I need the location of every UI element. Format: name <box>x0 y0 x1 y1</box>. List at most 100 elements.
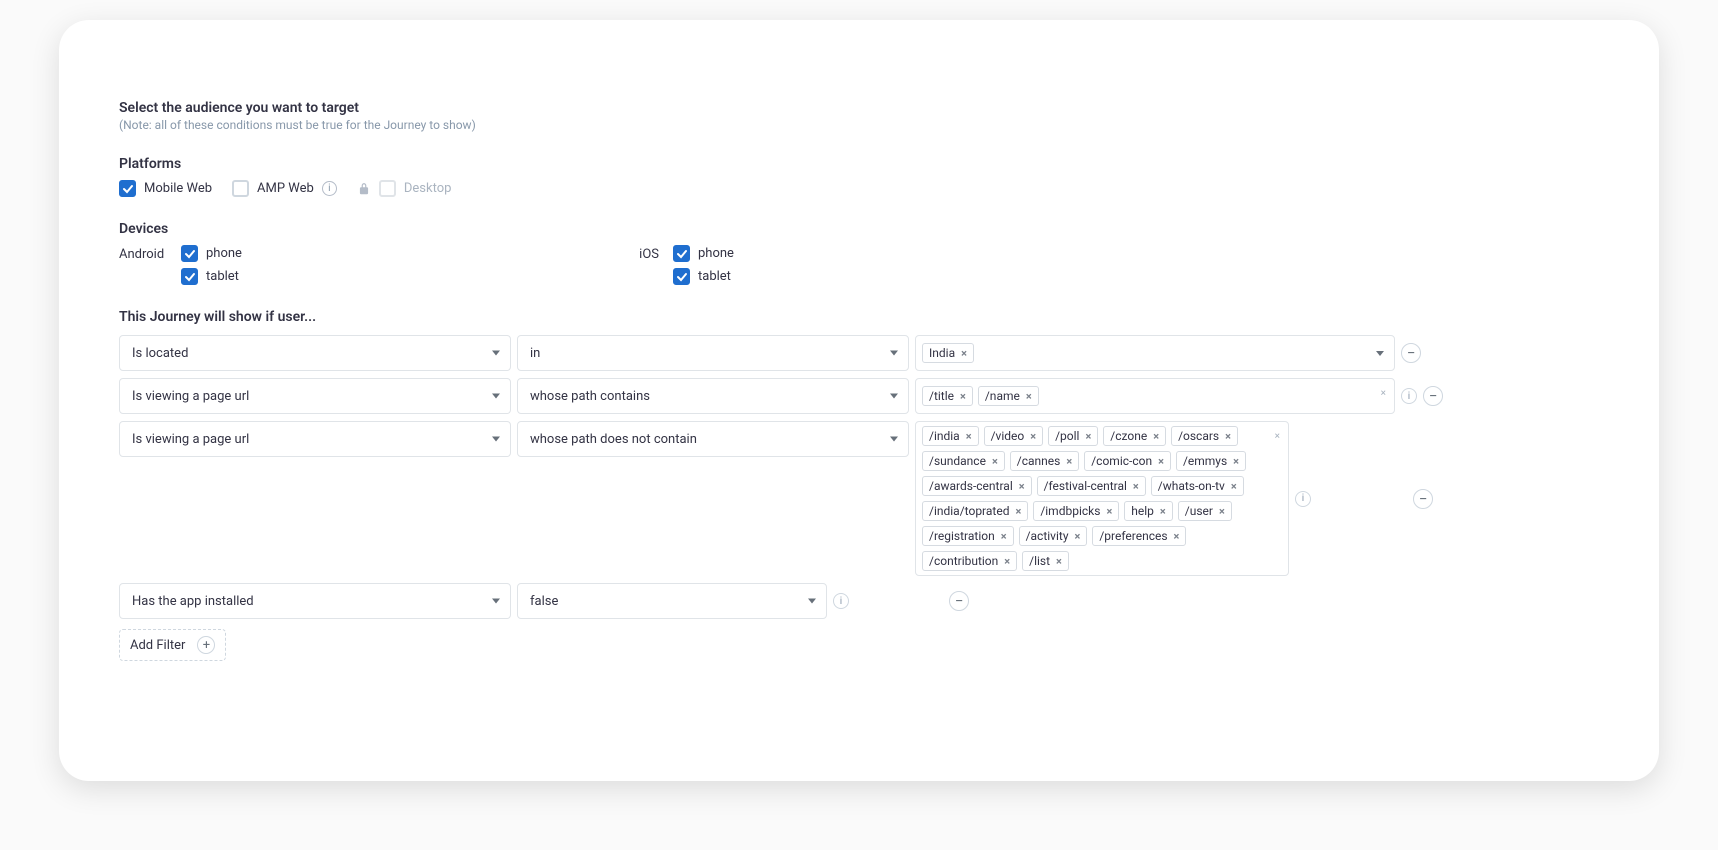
ios-tablet: tablet <box>673 268 734 285</box>
ios-label: iOS <box>629 245 659 262</box>
select-value: Is viewing a page url <box>132 389 249 404</box>
select-value: false <box>530 594 558 609</box>
checkbox-android-phone[interactable] <box>181 245 198 262</box>
tag-label: /oscars <box>1178 429 1219 443</box>
filter-operator-select[interactable]: false <box>517 583 827 619</box>
tag: /india/toprated × <box>922 501 1028 521</box>
tag-remove-icon[interactable]: × <box>1015 505 1021 518</box>
tag: /imdbpicks × <box>1033 501 1119 521</box>
audience-card: Select the audience you want to target (… <box>59 20 1659 781</box>
info-icon[interactable]: i <box>1401 388 1417 404</box>
tag-remove-icon[interactable]: × <box>1026 390 1032 403</box>
select-value: whose path does not contain <box>530 432 697 447</box>
tag-label: help <box>1131 504 1154 518</box>
filter-operator-select[interactable]: whose path contains <box>517 378 909 414</box>
info-icon[interactable]: i <box>322 181 337 196</box>
filter-value-input[interactable]: /title × /name × × <box>915 378 1395 414</box>
android-phone: phone <box>181 245 242 262</box>
tag-remove-icon[interactable]: × <box>992 455 998 468</box>
tag: /whats-on-tv× <box>1151 476 1244 496</box>
tag-remove-icon[interactable]: × <box>1106 505 1112 518</box>
tag-label: /comic-con <box>1091 454 1152 468</box>
tag-remove-icon[interactable]: × <box>1030 430 1036 443</box>
tag-remove-icon[interactable]: × <box>1225 430 1231 443</box>
tag-label: /sundance <box>929 454 986 468</box>
cb-label: tablet <box>206 269 239 284</box>
tag: /preferences× <box>1092 526 1186 546</box>
platforms-label: Platforms <box>119 156 1609 172</box>
checkbox-android-tablet[interactable] <box>181 268 198 285</box>
tag-remove-icon[interactable]: × <box>1219 505 1225 518</box>
tag-remove-icon[interactable]: × <box>1004 555 1010 568</box>
filter-field-select[interactable]: Has the app installed <box>119 583 511 619</box>
tag-label: /video <box>991 429 1025 443</box>
tag-remove-icon[interactable]: × <box>966 430 972 443</box>
tag-label: /imdbpicks <box>1040 504 1100 518</box>
clear-icon[interactable]: × <box>1381 388 1386 399</box>
conditions-label: This Journey will show if user... <box>119 309 1609 325</box>
tag-label: /name <box>985 389 1020 403</box>
tag-remove-icon[interactable]: × <box>1085 430 1091 443</box>
checkbox-ios-tablet[interactable] <box>673 268 690 285</box>
tag: /contribution × <box>922 551 1017 571</box>
tag-label: /india/toprated <box>929 504 1009 518</box>
remove-filter-button[interactable]: − <box>1413 489 1433 509</box>
checkbox-amp-web[interactable] <box>232 180 249 197</box>
tag-label: /india <box>929 429 960 443</box>
caret-down-icon <box>890 394 898 399</box>
tag-remove-icon[interactable]: × <box>1001 530 1007 543</box>
remove-filter-button[interactable]: − <box>1401 343 1421 363</box>
filters: Is locatedinIndia×−Is viewing a page url… <box>119 335 1609 619</box>
tag-remove-icon[interactable]: × <box>1153 430 1159 443</box>
remove-filter-button[interactable]: − <box>1423 386 1443 406</box>
add-filter-button[interactable]: Add Filter + <box>119 629 226 661</box>
cb-label: tablet <box>698 269 731 284</box>
filter-value-wrap: /india×/video×/poll×/czone×/oscars×/sund… <box>915 421 1311 576</box>
tag-remove-icon[interactable]: × <box>1056 555 1062 568</box>
info-icon[interactable]: i <box>1295 491 1311 507</box>
clear-icon[interactable]: × <box>1275 431 1280 442</box>
tag-remove-icon[interactable]: × <box>1066 455 1072 468</box>
filter-field-select[interactable]: Is viewing a page url <box>119 421 511 457</box>
tag-label: /user <box>1185 504 1213 518</box>
filter-value-input[interactable]: /india×/video×/poll×/czone×/oscars×/sund… <box>915 421 1289 576</box>
tag-remove-icon[interactable]: × <box>1160 505 1166 518</box>
filter-row: Is located inIndia×− <box>119 335 1609 371</box>
platform-label: Mobile Web <box>144 181 212 196</box>
tag-remove-icon[interactable]: × <box>961 347 967 360</box>
tag-remove-icon[interactable]: × <box>1133 480 1139 493</box>
select-value: Is located <box>132 346 188 361</box>
remove-filter-button[interactable]: − <box>949 591 969 611</box>
filter-value-input[interactable]: India× <box>915 335 1395 371</box>
tag-remove-icon[interactable]: × <box>1233 455 1239 468</box>
tag-remove-icon[interactable]: × <box>1075 530 1081 543</box>
tag-label: /emmys <box>1183 454 1227 468</box>
checkbox-ios-phone[interactable] <box>673 245 690 262</box>
tag-label: /title <box>929 389 954 403</box>
cb-label: phone <box>206 246 242 261</box>
device-col-ios: iOS phone tablet <box>629 245 734 285</box>
filter-field-select[interactable]: Is viewing a page url <box>119 378 511 414</box>
tag: /video × <box>984 426 1044 446</box>
tag: /oscars × <box>1171 426 1238 446</box>
tag-remove-icon[interactable]: × <box>1158 455 1164 468</box>
tag-label: /cannes <box>1017 454 1061 468</box>
tag: /registration × <box>922 526 1014 546</box>
filter-operator-select[interactable]: whose path does not contain <box>517 421 909 457</box>
tag-label: /activity <box>1026 529 1069 543</box>
info-icon[interactable]: i <box>833 593 849 609</box>
tag-remove-icon[interactable]: × <box>1019 480 1025 493</box>
tag: /list× <box>1022 551 1069 571</box>
tag-remove-icon[interactable]: × <box>1231 480 1237 493</box>
page-title: Select the audience you want to target <box>119 100 1609 116</box>
tag-label: /contribution <box>929 554 998 568</box>
caret-down-icon <box>492 437 500 442</box>
filter-field-select[interactable]: Is located <box>119 335 511 371</box>
filter-operator-select[interactable]: in <box>517 335 909 371</box>
platforms-row: Mobile Web AMP Web i Desktop <box>119 180 1609 197</box>
plus-icon: + <box>197 636 215 654</box>
tag-remove-icon[interactable]: × <box>1174 530 1180 543</box>
checkbox-mobile-web[interactable] <box>119 180 136 197</box>
tag-label: /registration <box>929 529 995 543</box>
tag-remove-icon[interactable]: × <box>960 390 966 403</box>
